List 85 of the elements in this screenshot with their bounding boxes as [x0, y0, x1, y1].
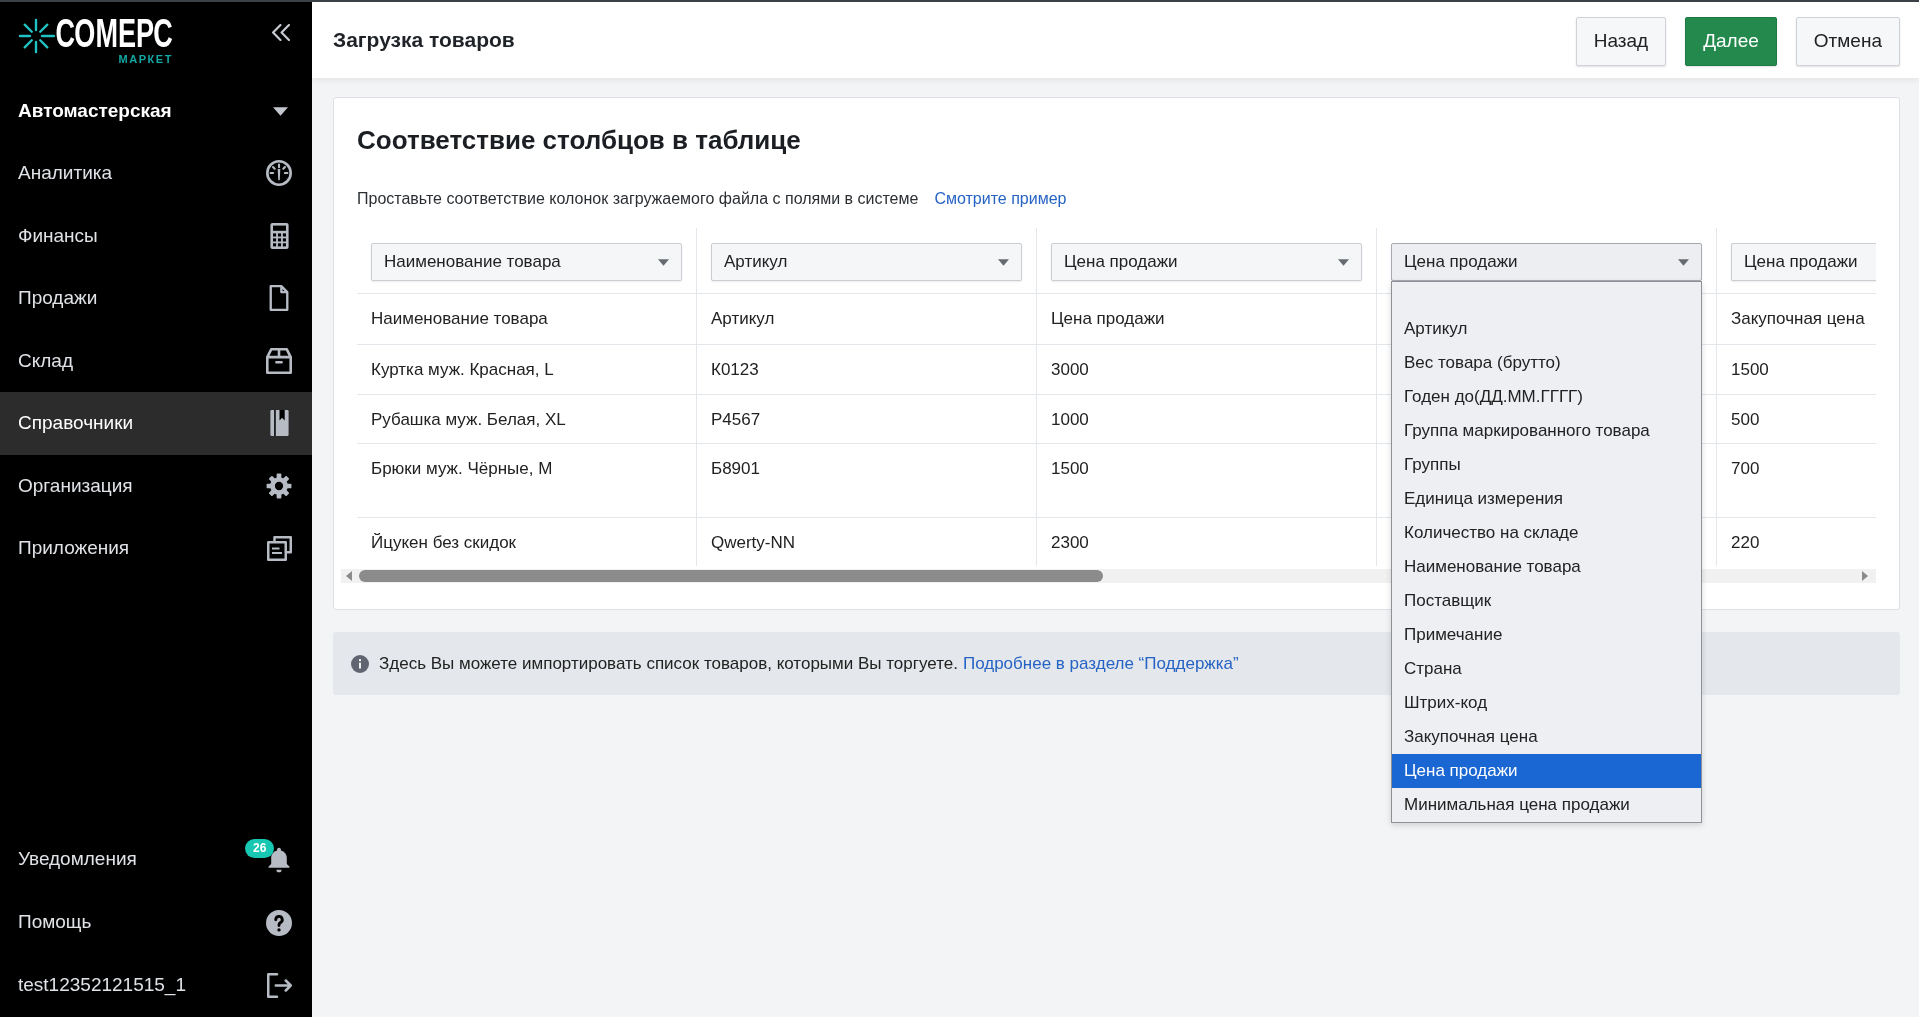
table-cell: 220: [1731, 533, 1760, 552]
logout-icon: [266, 973, 292, 998]
gear-icon: [266, 472, 292, 499]
double-chevron-left-icon: [272, 24, 290, 41]
column-header: Наименование товара: [371, 309, 548, 328]
column-header: Артикул: [711, 309, 775, 328]
help-icon: [266, 909, 292, 936]
calculator-icon: [269, 222, 289, 249]
description-text: Проставьте соответствие колонок загружаемого файла с полями в системе: [357, 189, 919, 209]
dropdown-option[interactable]: Наименование товара: [1392, 550, 1701, 584]
card-title: Соответствие столбцов в таблице: [357, 124, 802, 156]
dropdown-option[interactable]: Вес товара (брутто): [1392, 346, 1701, 380]
column-header: Цена продажи: [1051, 309, 1165, 328]
table-cell: 1000: [1051, 410, 1089, 429]
dropdown-option[interactable]: Количество на складе: [1392, 516, 1701, 550]
logo-wordmark: СОМЕРС: [55, 16, 173, 50]
arrow-right-icon[interactable]: [1862, 571, 1868, 581]
dropdown-option[interactable]: Минимальная цена продажи: [1392, 788, 1701, 822]
table-cell: 500: [1731, 410, 1760, 429]
sidebar-item[interactable]: Приложения: [0, 517, 312, 580]
sparkle-logo-icon: [18, 18, 55, 54]
store-selector[interactable]: Автомастерская: [0, 80, 312, 142]
next-button[interactable]: Далее: [1685, 16, 1777, 66]
table-cell: 3000: [1051, 360, 1089, 379]
table-cell: 700: [1731, 459, 1760, 478]
notification-badge: 26: [245, 838, 275, 858]
dropdown-option[interactable]: Группа маркированного товара: [1392, 414, 1701, 448]
table-cell: Рубашка муж. Белая, XL: [371, 410, 566, 429]
column-header: Закупочная цена: [1731, 309, 1865, 328]
sidebar-item[interactable]: test12352121515_1: [0, 954, 312, 1017]
table-cell: Куртка муж. Красная, L: [371, 360, 554, 379]
caret-down-icon: [273, 106, 288, 116]
table-cell: Р4567: [711, 410, 761, 429]
dropdown-option[interactable]: Примечание: [1392, 618, 1701, 652]
sidebar-item[interactable]: Справочники: [0, 392, 312, 455]
table-cell: 1500: [1051, 459, 1089, 478]
sidebar-item[interactable]: Помощь: [0, 891, 312, 954]
table-cell: Б8901: [711, 459, 760, 478]
caret-down-icon: [998, 258, 1009, 266]
table-cell: Брюки муж. Чёрные, M: [371, 459, 553, 478]
arrow-left-icon[interactable]: [346, 571, 352, 581]
info-text: Здесь Вы можете импортировать список товаров, которыми Вы торгуете.: [379, 652, 958, 675]
sidebar-item[interactable]: Продажи: [0, 267, 312, 330]
dropdown-option[interactable]: Страна: [1392, 652, 1701, 686]
column-select[interactable]: Артикул: [711, 243, 1022, 281]
column-select[interactable]: Цена продажи: [1731, 243, 1876, 281]
caret-down-icon: [1678, 258, 1689, 266]
dropdown-option[interactable]: Единица измерения: [1392, 482, 1701, 516]
sidebar-item[interactable]: Аналитика: [0, 142, 312, 205]
table-cell: Qwerty-NN: [711, 533, 796, 552]
column-select[interactable]: Цена продажи: [1391, 243, 1702, 281]
table-cell: 1500: [1731, 360, 1769, 379]
dropdown-option[interactable]: Поставщик: [1392, 584, 1701, 618]
dropdown-option[interactable]: Закупочная цена: [1392, 720, 1701, 754]
bell-icon: [267, 846, 291, 873]
caret-down-icon: [1338, 258, 1349, 266]
caret-down-icon: [658, 258, 669, 266]
sidebar-item[interactable]: Уведомления 26: [0, 828, 312, 891]
sidebar-item[interactable]: Склад: [0, 329, 312, 392]
collapse-button[interactable]: [272, 24, 290, 41]
dropdown-option[interactable]: Штрих-код: [1392, 686, 1701, 720]
windows-icon: [266, 535, 292, 561]
column-select[interactable]: Цена продажи: [1051, 243, 1362, 281]
book-icon: [269, 410, 289, 437]
gauge-icon: [266, 160, 292, 187]
table-cell: 2300: [1051, 533, 1089, 552]
support-link[interactable]: Подробнее в разделе “Поддержка”: [962, 650, 1239, 677]
column-select[interactable]: Наименование товара: [371, 243, 682, 281]
page-title: Загрузка товаров: [333, 27, 515, 54]
back-button[interactable]: Назад: [1575, 16, 1667, 66]
dropdown-option[interactable]: Группы: [1392, 448, 1701, 482]
sidebar-item[interactable]: Финансы: [0, 204, 312, 267]
scrollbar-thumb[interactable]: [359, 570, 1103, 582]
dropdown-option[interactable]: Цена продажи: [1392, 754, 1701, 788]
example-link[interactable]: Смотрите пример: [934, 187, 1067, 211]
document-icon: [269, 285, 289, 312]
cancel-button[interactable]: Отмена: [1795, 16, 1900, 66]
table-cell: Йцукен без скидок: [371, 533, 517, 552]
dropdown-option[interactable]: Годен до(ДД.ММ.ГГГГ): [1392, 380, 1701, 414]
box-icon: [266, 347, 292, 374]
table-cell: К0123: [711, 360, 759, 379]
info-icon: [351, 654, 369, 673]
logo-tagline: МАРКЕТ: [118, 53, 173, 65]
dropdown-option[interactable]: Артикул: [1392, 312, 1701, 346]
sidebar-item[interactable]: Организация: [0, 454, 312, 517]
